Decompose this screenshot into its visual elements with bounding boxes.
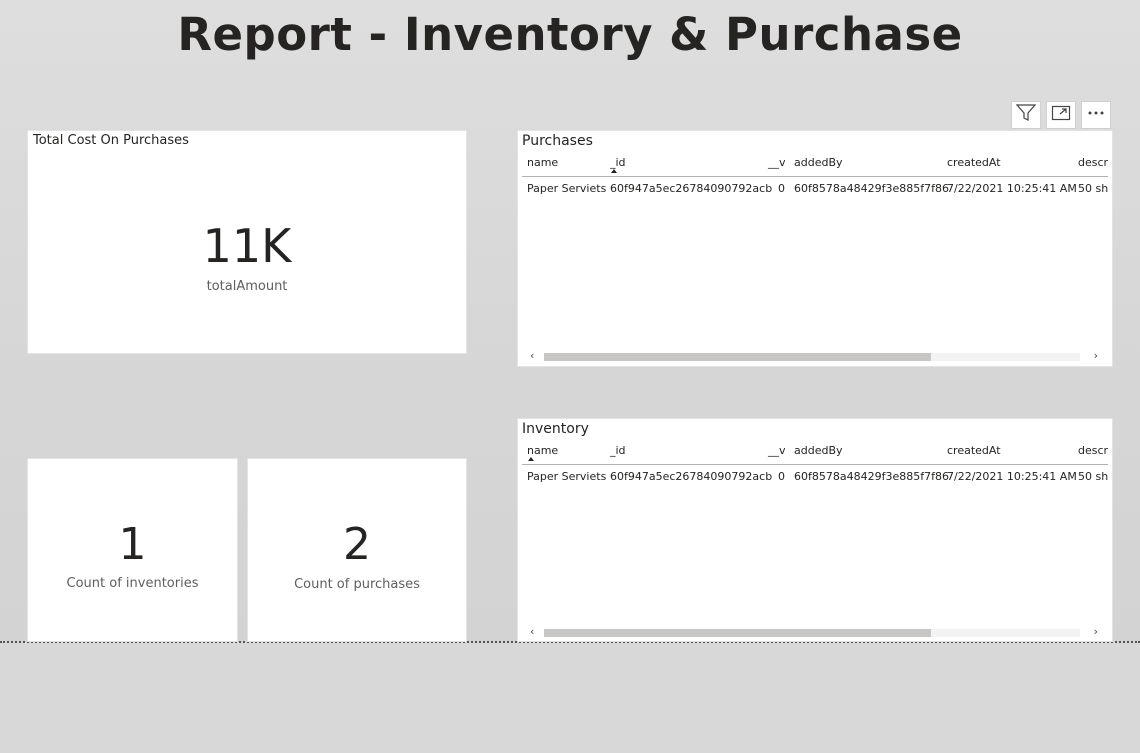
column-header-description[interactable]: descri xyxy=(1078,156,1108,169)
scroll-right-icon[interactable]: › xyxy=(1094,349,1098,362)
cell-name: Paper Serviets xyxy=(527,470,607,483)
inventories-count-card[interactable]: 1 Count of inventories xyxy=(28,459,237,641)
cell-v: 0 xyxy=(778,182,785,195)
cell-createdat: 7/22/2021 10:25:41 AM xyxy=(947,470,1077,483)
card-label: Count of inventories xyxy=(66,576,199,591)
column-header-description[interactable]: descri xyxy=(1078,444,1108,457)
filter-button[interactable] xyxy=(1011,101,1041,129)
table-header: name _id __v addedBy createdAt descri xyxy=(522,439,1108,465)
table-body: name _id __v addedBy createdAt descri Pa… xyxy=(522,439,1108,624)
scroll-left-icon[interactable]: ‹ xyxy=(530,625,534,638)
cell-v: 0 xyxy=(778,470,785,483)
column-header-createdat[interactable]: createdAt xyxy=(947,444,1001,457)
page-boundary xyxy=(0,641,1140,643)
scrollbar-thumb[interactable] xyxy=(544,629,931,637)
more-options-button[interactable] xyxy=(1081,101,1111,129)
column-header-id[interactable]: _id xyxy=(610,156,626,169)
cell-name: Paper Serviets xyxy=(527,182,607,195)
scrollbar-thumb[interactable] xyxy=(544,353,931,361)
column-header-name[interactable]: name xyxy=(527,156,558,169)
table-body: name _id __v addedBy createdAt descri Pa… xyxy=(522,151,1108,341)
card-label: totalAmount xyxy=(206,279,288,294)
cell-id: 60f947a5ec26784090792acb xyxy=(610,470,773,483)
column-header-v[interactable]: __v xyxy=(768,444,786,457)
card-title: Total Cost On Purchases xyxy=(33,133,189,148)
cell-createdat: 7/22/2021 10:25:41 AM xyxy=(947,182,1077,195)
scroll-left-icon[interactable]: ‹ xyxy=(530,349,534,362)
table-row[interactable]: Paper Serviets 60f947a5ec26784090792acb … xyxy=(522,177,1108,199)
cell-addedby: 60f8578a48429f3e885f7f86 xyxy=(794,470,949,483)
report-title: Report - Inventory & Purchase xyxy=(177,8,963,61)
sort-ascending-icon xyxy=(611,169,617,173)
column-header-createdat[interactable]: createdAt xyxy=(947,156,1001,169)
cell-addedby: 60f8578a48429f3e885f7f86 xyxy=(794,182,949,195)
scroll-right-icon[interactable]: › xyxy=(1094,625,1098,638)
purchases-table[interactable]: Purchases name _id __v addedBy createdAt… xyxy=(518,131,1112,366)
column-header-v[interactable]: __v xyxy=(768,156,786,169)
horizontal-scrollbar[interactable]: ‹ › xyxy=(526,349,1098,362)
table-title: Inventory xyxy=(522,421,589,437)
focus-mode-button[interactable] xyxy=(1046,101,1076,129)
sort-ascending-icon xyxy=(528,457,534,461)
filter-icon xyxy=(1015,104,1037,126)
column-header-name[interactable]: name xyxy=(527,444,558,457)
card-value: 1 xyxy=(118,519,147,570)
column-header-id[interactable]: _id xyxy=(610,444,626,457)
column-header-addedby[interactable]: addedBy xyxy=(794,156,843,169)
card-value: 2 xyxy=(343,519,371,570)
table-row[interactable]: Paper Serviets 60f947a5ec26784090792acb … xyxy=(522,465,1108,487)
table-title: Purchases xyxy=(522,133,593,149)
card-label: Count of purchases xyxy=(294,577,420,592)
total-cost-card[interactable]: Total Cost On Purchases 11K totalAmount xyxy=(28,131,466,353)
more-options-icon xyxy=(1086,104,1106,126)
card-value: 11K xyxy=(202,219,292,273)
cell-id: 60f947a5ec26784090792acb xyxy=(610,182,773,195)
cell-description: 50 she xyxy=(1078,470,1108,483)
page-background xyxy=(0,642,1140,753)
horizontal-scrollbar[interactable]: ‹ › xyxy=(526,625,1098,638)
column-header-addedby[interactable]: addedBy xyxy=(794,444,843,457)
table-header: name _id __v addedBy createdAt descri xyxy=(522,151,1108,177)
focus-mode-icon xyxy=(1051,104,1071,126)
inventory-table[interactable]: Inventory name _id __v addedBy createdAt… xyxy=(518,419,1112,641)
visual-header-actions xyxy=(1011,101,1111,129)
cell-description: 50 she xyxy=(1078,182,1108,195)
purchases-count-card[interactable]: 2 Count of purchases xyxy=(248,459,466,641)
